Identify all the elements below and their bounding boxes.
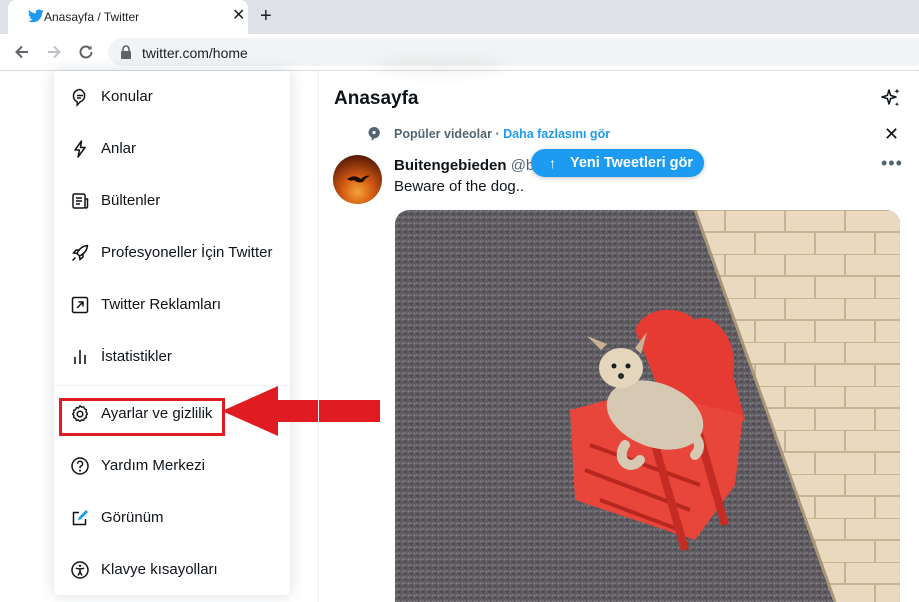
back-arrow-icon[interactable]: [13, 43, 31, 61]
menu-item-label: Anlar: [101, 140, 137, 157]
bird-silhouette-icon: [347, 175, 370, 183]
menu-item-moments[interactable]: Anlar: [54, 123, 290, 175]
menu-item-label: Twitter Reklamları: [101, 296, 222, 313]
url-field[interactable]: twitter.com/home: [108, 38, 919, 66]
more-menu-dropdown: Konular Anlar Bültenler Profesyoneller İ…: [54, 71, 290, 595]
menu-item-label: İstatistikler: [101, 348, 172, 365]
menu-item-label: Görünüm: [101, 509, 164, 526]
hover-shadow: [375, 58, 505, 76]
tweet-author[interactable]: Buitengebieden @b: [394, 157, 534, 174]
page-title: Anasayfa: [334, 88, 419, 109]
display-icon: [72, 510, 88, 526]
browser-tab[interactable]: Anasayfa / Twitter ✕: [8, 0, 248, 34]
topic-bubble-icon: [368, 126, 380, 141]
lock-icon[interactable]: [120, 45, 132, 59]
dismiss-close-icon[interactable]: ✕: [884, 124, 899, 144]
menu-item-label: Yardım Merkezi: [101, 457, 205, 474]
menu-item-label: Profesyoneller İçin Twitter: [101, 244, 273, 261]
menu-item-help-center[interactable]: Yardım Merkezi: [54, 440, 290, 492]
tweet-video[interactable]: [395, 210, 900, 602]
author-name[interactable]: Buitengebieden: [394, 157, 507, 174]
see-more-link[interactable]: Daha fazlasını gör: [503, 127, 610, 141]
browser-tab-strip: Anasayfa / Twitter ✕ +: [0, 0, 919, 34]
context-separator: ·: [495, 127, 500, 141]
avatar[interactable]: [333, 155, 382, 204]
menu-item-analytics[interactable]: İstatistikler: [54, 331, 290, 383]
menu-item-topics[interactable]: Konular: [54, 71, 290, 123]
new-tweets-button[interactable]: ↑ Yeni Tweetleri gör: [531, 149, 704, 177]
sparkle-icon[interactable]: [880, 87, 902, 109]
tweet-context: Popüler videolar · Daha fazlasını gör: [394, 127, 610, 141]
more-options-icon[interactable]: •••: [881, 153, 903, 174]
tweet-text: Beware of the dog..: [394, 178, 525, 195]
twitter-bird-icon: [28, 9, 44, 23]
new-tweets-label: Yeni Tweetleri gör: [570, 155, 694, 171]
menu-item-professionals[interactable]: Profesyoneller İçin Twitter: [54, 227, 290, 279]
menu-item-keyboard-shortcuts[interactable]: Klavye kısayolları: [54, 544, 290, 596]
column-divider: [318, 71, 319, 602]
menu-item-label: Bültenler: [101, 192, 161, 209]
menu-item-display[interactable]: Görünüm: [54, 492, 290, 544]
annotation-arrow-icon: [222, 386, 380, 436]
external-arrow-icon: [71, 296, 89, 314]
help-icon: [71, 457, 89, 475]
menu-item-twitter-ads[interactable]: Twitter Reklamları: [54, 279, 290, 331]
context-label: Popüler videolar: [394, 127, 492, 141]
menu-item-label: Klavye kısayolları: [101, 561, 218, 578]
reload-icon[interactable]: [77, 43, 95, 61]
lightning-icon: [74, 140, 86, 158]
arrow-up-icon: ↑: [549, 155, 556, 171]
highlight-box: [59, 398, 225, 436]
forward-arrow-icon[interactable]: [45, 43, 63, 61]
rocket-icon: [71, 244, 89, 262]
menu-item-newsletters[interactable]: Bültenler: [54, 175, 290, 227]
menu-item-label: Konular: [101, 88, 153, 105]
analytics-icon: [74, 350, 86, 364]
topics-icon: [72, 88, 86, 107]
accessibility-icon: [71, 561, 89, 579]
newsletter-icon: [72, 193, 89, 209]
tab-close-icon[interactable]: ✕: [232, 7, 245, 25]
url-text: twitter.com/home: [142, 45, 248, 61]
new-tab-button[interactable]: +: [260, 5, 272, 27]
tab-title: Anasayfa / Twitter: [44, 10, 140, 24]
